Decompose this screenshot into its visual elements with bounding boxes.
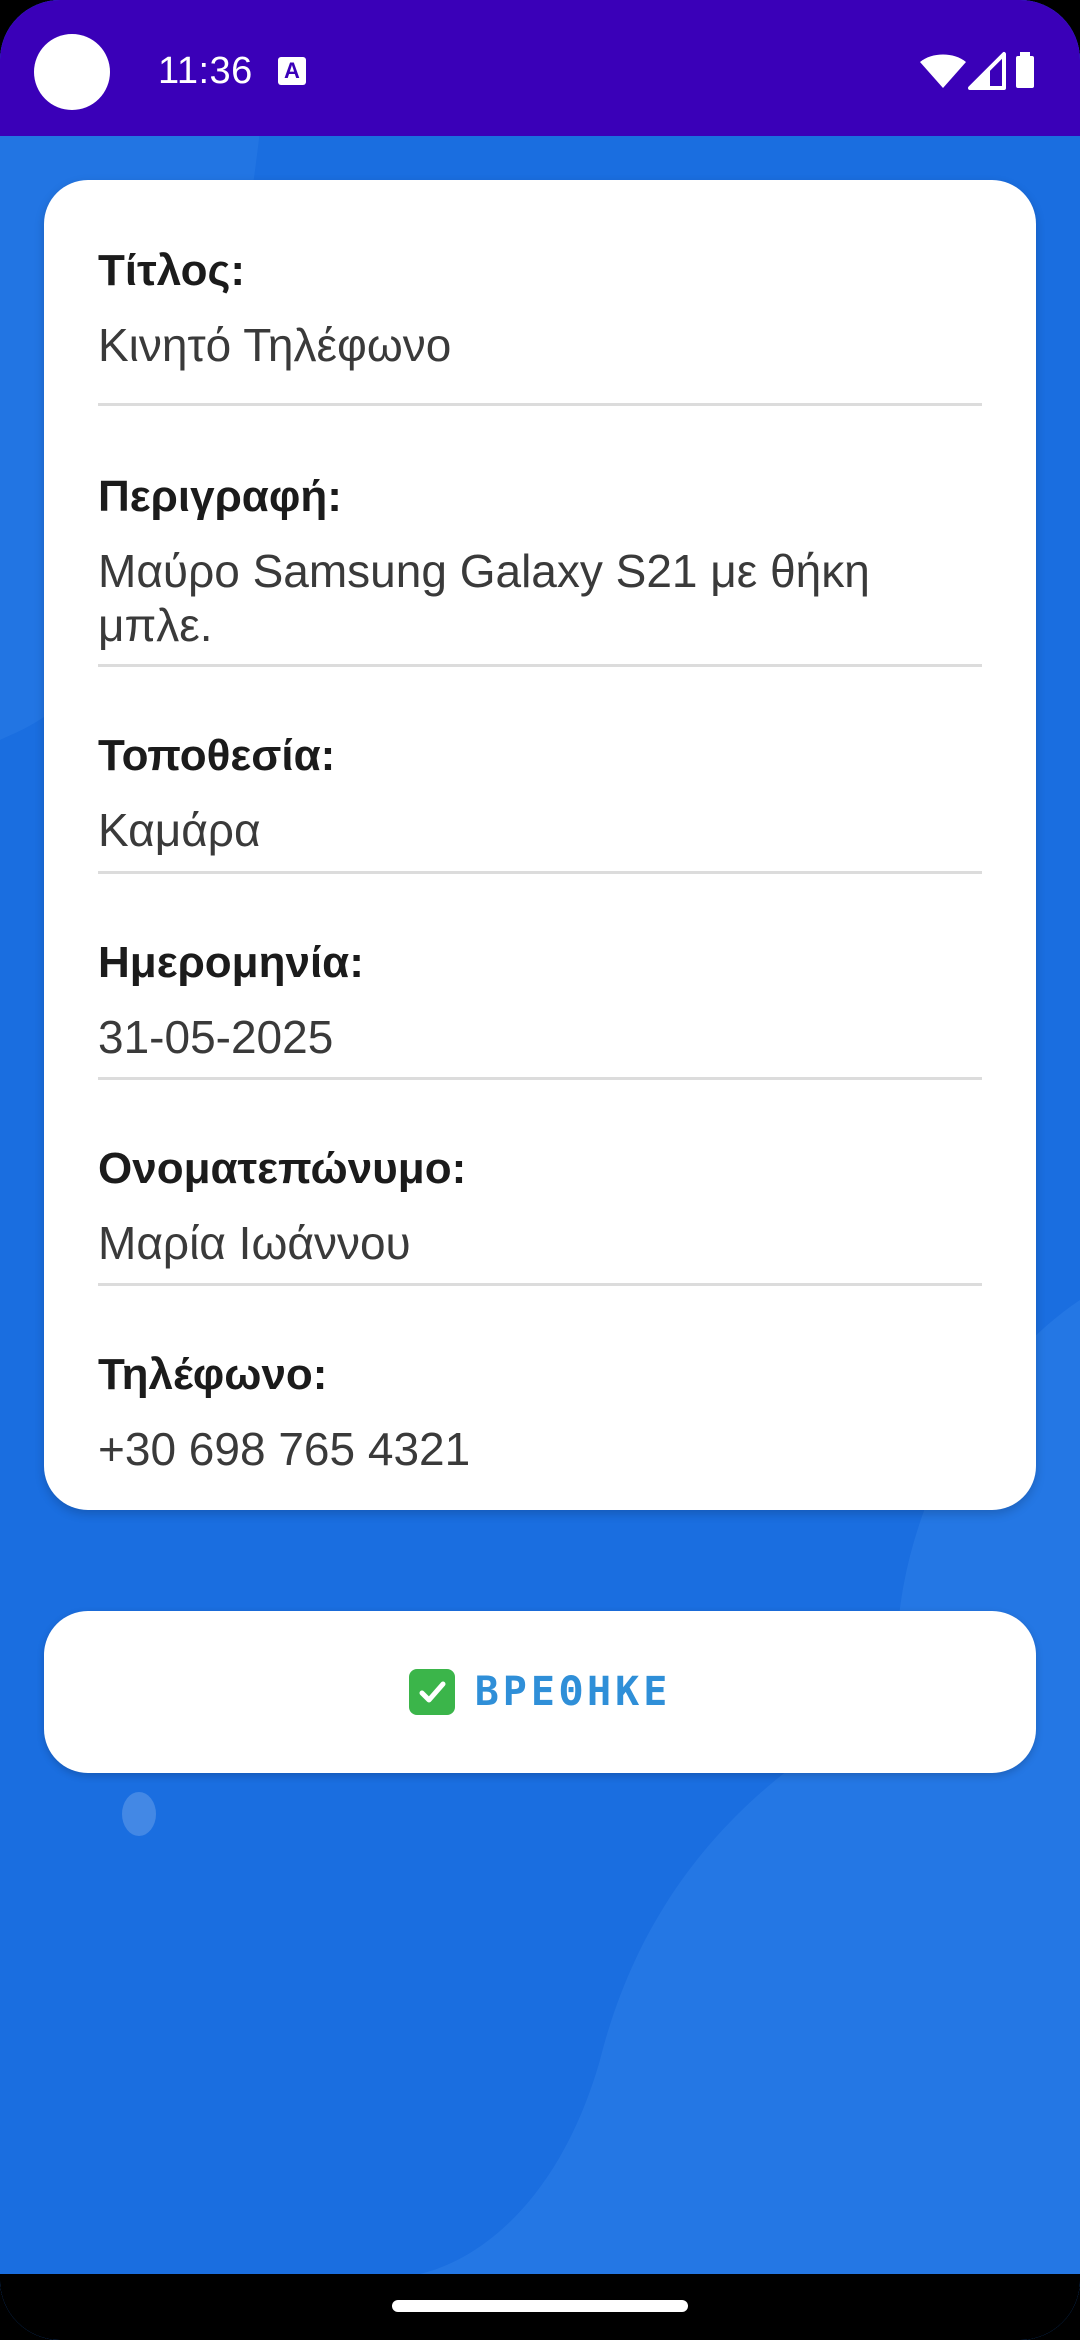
battery-icon — [1016, 52, 1034, 88]
name-label: Ονοματεπώνυμο: — [98, 1144, 467, 1193]
notification-a-icon: A — [278, 57, 306, 85]
camera-cutout — [34, 34, 110, 110]
date-field: Ημερομηνία: 31-05-2025 — [98, 874, 982, 1080]
app-screen: 11:36 A Τίτλος: Κινητό Τηλέφωνο Περιγραφ… — [0, 0, 1080, 2340]
title-field: Τίτλος: Κινητό Τηλέφωνο — [98, 180, 982, 406]
status-bar: 11:36 A — [0, 0, 1080, 136]
item-details-card: Τίτλος: Κινητό Τηλέφωνο Περιγραφή: Μαύρο… — [44, 180, 1036, 1510]
mark-found-button[interactable]: ΒΡΕΘΗΚΕ — [44, 1611, 1036, 1773]
title-label: Τίτλος: — [98, 246, 246, 295]
check-mark-icon — [408, 1669, 455, 1715]
description-field: Περιγραφή: Μαύρο Samsung Galaxy S21 με θ… — [98, 406, 982, 667]
status-time: 11:36 — [158, 50, 253, 92]
signal-icon — [968, 52, 1006, 90]
name-field: Ονοματεπώνυμο: Μαρία Ιωάννου — [98, 1080, 982, 1286]
wifi-icon — [920, 54, 966, 88]
location-field: Τοποθεσία: Καμάρα — [98, 667, 982, 874]
date-value: 31-05-2025 — [98, 1011, 334, 1063]
mark-found-label: ΒΡΕΘΗΚΕ — [474, 1669, 672, 1715]
status-icons — [920, 50, 1046, 90]
description-value: Μαύρο Samsung Galaxy S21 με θήκη μπλε. — [98, 545, 870, 651]
phone-value[interactable]: +30 698 765 4321 — [98, 1422, 982, 1476]
title-value: Κινητό Τηλέφωνο — [98, 319, 452, 371]
phone-field: Τηλέφωνο: +30 698 765 4321 — [98, 1286, 982, 1486]
decorative-dot — [122, 1792, 156, 1836]
home-gesture-handle[interactable] — [392, 2300, 688, 2312]
date-label: Ημερομηνία: — [98, 938, 364, 987]
location-value: Καμάρα — [98, 804, 261, 856]
name-value: Μαρία Ιωάννου — [98, 1217, 411, 1269]
phone-label: Τηλέφωνο: — [98, 1350, 328, 1399]
location-label: Τοποθεσία: — [98, 731, 336, 780]
description-label: Περιγραφή: — [98, 472, 342, 521]
